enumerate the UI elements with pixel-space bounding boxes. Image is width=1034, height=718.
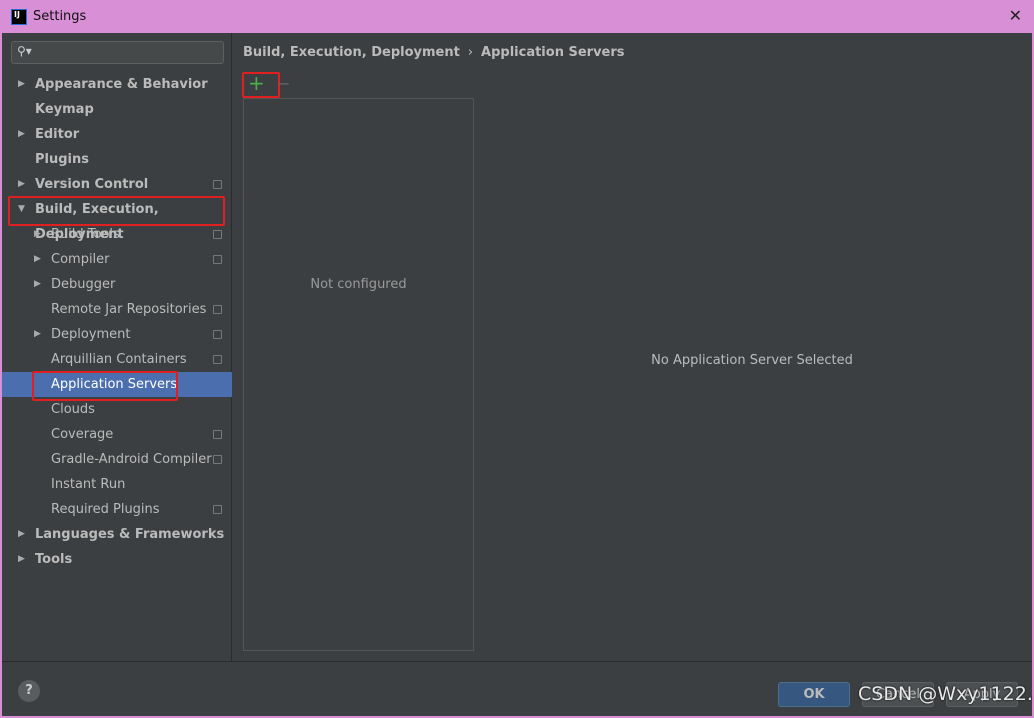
empty-list-text: Not configured [310, 277, 407, 292]
tree-item[interactable]: ▶ Compiler [2, 247, 232, 272]
search-input[interactable]: ⚲▾ [11, 41, 224, 64]
help-button[interactable]: ? [18, 680, 40, 702]
project-scope-icon [213, 430, 222, 439]
highlight-box [8, 196, 225, 226]
chevron-right-icon[interactable]: ▶ [18, 72, 25, 97]
chevron-right-icon[interactable]: ▶ [18, 522, 25, 547]
project-scope-icon [213, 305, 222, 314]
servers-list[interactable]: Not configured [243, 98, 474, 651]
tree-item-label: Compiler [51, 252, 110, 267]
tree-item[interactable]: ▶ Tools [2, 547, 232, 572]
highlight-box [32, 371, 178, 401]
project-scope-icon [213, 330, 222, 339]
detail-empty-text: No Application Server Selected [651, 353, 853, 368]
add-button[interactable]: + [248, 73, 265, 93]
chevron-right-icon[interactable]: ▶ [18, 547, 25, 572]
tree-item-label: Coverage [51, 427, 114, 442]
tree-item-label: Languages & Frameworks [35, 527, 225, 542]
intellij-logo: IJ [11, 8, 27, 25]
tree-item-label: Remote Jar Repositories [51, 302, 207, 317]
ok-button[interactable]: OK [778, 682, 850, 707]
tree-item[interactable]: ▶ Appearance & Behavior [2, 72, 232, 97]
project-scope-icon [213, 355, 222, 364]
tree-item-label: Deployment [51, 327, 131, 342]
tree-item[interactable]: ▶ Editor [2, 122, 232, 147]
tree-item[interactable]: Keymap [2, 97, 232, 122]
breadcrumb-current: Application Servers [481, 45, 625, 60]
tree-item[interactable]: Plugins [2, 147, 232, 172]
project-scope-icon [213, 255, 222, 264]
tree-item-label: Appearance & Behavior [35, 77, 208, 92]
title-bar: IJ Settings ✕ [0, 0, 1034, 33]
tree-item[interactable]: Arquillian Containers [2, 347, 232, 372]
watermark: CSDN @Wxy1122. [858, 683, 1033, 705]
chevron-right-icon[interactable]: ▶ [18, 172, 25, 197]
close-button[interactable]: ✕ [1009, 6, 1022, 25]
tree-item-label: Required Plugins [51, 502, 160, 517]
project-scope-icon [213, 180, 222, 189]
chevron-right-icon: › [467, 45, 474, 60]
tree-item[interactable]: Remote Jar Repositories [2, 297, 232, 322]
tree-item[interactable]: Instant Run [2, 472, 232, 497]
tree-item[interactable]: Required Plugins [2, 497, 232, 522]
chevron-right-icon[interactable]: ▶ [34, 247, 41, 272]
tree-item-label: Tools [35, 552, 73, 567]
tree-item[interactable]: ▶ Version Control [2, 172, 232, 197]
project-scope-icon [213, 455, 222, 464]
chevron-right-icon[interactable]: ▶ [34, 272, 41, 297]
window-title: Settings [33, 9, 87, 24]
remove-button[interactable]: − [277, 74, 290, 93]
tree-item-label: Editor [35, 127, 80, 142]
tree-item[interactable]: Gradle-Android Compiler [2, 447, 232, 472]
breadcrumb-parent[interactable]: Build, Execution, Deployment [243, 45, 460, 60]
tree-item[interactable]: Coverage [2, 422, 232, 447]
project-scope-icon [213, 230, 222, 239]
tree-item-label: Version Control [35, 177, 149, 192]
tree-item[interactable]: ▶ Debugger [2, 272, 232, 297]
tree-item-label: Plugins [35, 152, 89, 167]
search-icon: ⚲▾ [17, 44, 32, 58]
tree-item-label: Keymap [35, 102, 94, 117]
tree-item-label: Arquillian Containers [51, 352, 187, 367]
breadcrumb: Build, Execution, Deployment › Application… [243, 45, 625, 60]
settings-dialog: ⚲▾ ▶ Appearance & Behavior Keymap ▶ Editor Pl… [2, 33, 1032, 716]
chevron-right-icon[interactable]: ▶ [18, 122, 25, 147]
chevron-right-icon[interactable]: ▶ [34, 322, 41, 347]
tree-item-label: Instant Run [51, 477, 126, 492]
tree-item-label: Debugger [51, 277, 116, 292]
project-scope-icon [213, 505, 222, 514]
settings-sidebar: ⚲▾ ▶ Appearance & Behavior Keymap ▶ Editor Pl… [2, 33, 232, 661]
tree-item[interactable]: ▶ Deployment [2, 322, 232, 347]
tree-item[interactable]: ▶ Languages & Frameworks [2, 522, 232, 547]
tree-item-label: Gradle-Android Compiler [51, 452, 212, 467]
